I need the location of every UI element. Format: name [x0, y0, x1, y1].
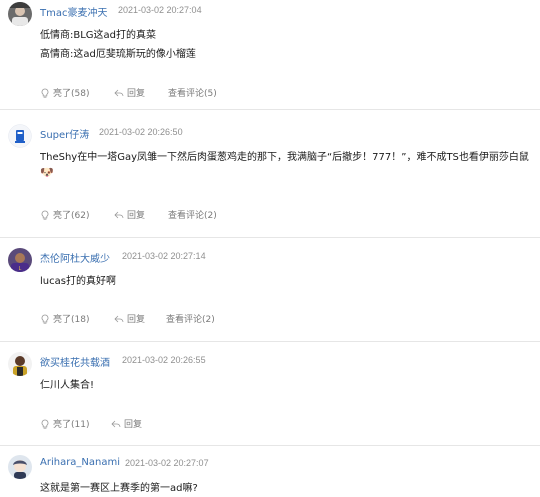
action-bar: 亮了(62) 回复 查看评论(2) [40, 208, 340, 222]
avatar-image [8, 352, 32, 376]
avatar[interactable] [8, 352, 32, 376]
comment-item: Tmac豪麦冲天 2021-03-02 20:27:04 低情商:BLG这ad打… [0, 0, 540, 110]
reply-label: 回复 [124, 420, 143, 430]
like-button[interactable]: 亮了(11) [40, 417, 89, 430]
reply-icon [111, 420, 121, 427]
avatar[interactable] [8, 455, 32, 479]
reply-button[interactable]: 回复 [114, 312, 145, 325]
timestamp: 2021-03-02 20:27:14 [122, 251, 206, 261]
comment-text-line: lucas打的真好啊 [40, 276, 116, 287]
comment-item: Super仔涛 2021-03-02 20:26:50 TheShy在中一塔Ga… [0, 110, 540, 238]
dog-emoji: 🐶 [40, 166, 54, 179]
view-comments-link[interactable]: 查看评论(2) [166, 312, 215, 325]
reply-label: 回复 [127, 89, 146, 99]
lightbulb-icon [41, 210, 49, 220]
timestamp: 2021-03-02 20:27:07 [125, 458, 209, 468]
lightbulb-icon [41, 419, 49, 429]
comment-text-line: 仁川人集合! [40, 380, 95, 391]
reply-button[interactable]: 回复 [111, 417, 142, 430]
avatar[interactable] [8, 2, 32, 26]
username[interactable]: Arihara_Nanami [40, 457, 120, 468]
like-count: 亮了(18) [53, 315, 90, 325]
view-comments-link[interactable]: 查看评论(5) [168, 86, 217, 99]
avatar-image: L [8, 248, 32, 272]
reply-icon [114, 211, 124, 218]
view-comments-label: 查看评论(2) [168, 211, 217, 221]
lightbulb-icon [41, 88, 49, 98]
comment-text-line: TheShy在中一塔Gay凤雏一下然后肉蛋葱鸡走的那下，我满脑子“后撤步！777… [40, 152, 529, 163]
like-count: 亮了(58) [53, 89, 90, 99]
avatar[interactable] [8, 124, 32, 148]
reply-button[interactable]: 回复 [114, 86, 145, 99]
view-comments-label: 查看评论(5) [168, 89, 217, 99]
avatar-image [8, 124, 32, 148]
avatar-image [8, 455, 32, 479]
like-button[interactable]: 亮了(62) [40, 208, 89, 221]
comment-text-line: 低情商:BLG这ad打的真菜 [40, 30, 157, 41]
action-bar: 亮了(18) 回复 查看评论(2) [40, 312, 340, 326]
comment-item: Arihara_Nanami 2021-03-02 20:27:07 这就是第一… [0, 446, 540, 497]
view-comments-link[interactable]: 查看评论(2) [168, 208, 217, 221]
lightbulb-icon [41, 314, 49, 324]
username[interactable]: Super仔涛 [40, 126, 89, 141]
comment-item: L 杰伦阿杜大威少 2021-03-02 20:27:14 lucas打的真好啊… [0, 238, 540, 342]
comment-text-line: 高情商:这ad厄斐琉斯玩的像小榴莲 [40, 49, 196, 60]
like-count: 亮了(62) [53, 211, 90, 221]
like-count: 亮了(11) [53, 420, 90, 430]
reply-button[interactable]: 回复 [114, 208, 145, 221]
like-button[interactable]: 亮了(58) [40, 86, 89, 99]
svg-text:L: L [19, 266, 22, 272]
reply-label: 回复 [127, 211, 146, 221]
username[interactable]: Tmac豪麦冲天 [40, 4, 107, 19]
username[interactable]: 杰伦阿杜大威少 [40, 250, 110, 265]
action-bar: 亮了(11) 回复 [40, 417, 340, 431]
timestamp: 2021-03-02 20:26:55 [122, 355, 206, 365]
action-bar: 亮了(58) 回复 查看评论(5) [40, 86, 340, 100]
like-button[interactable]: 亮了(18) [40, 312, 89, 325]
reply-label: 回复 [127, 315, 146, 325]
username[interactable]: 欲买桂花共载酒 [40, 354, 110, 369]
avatar-image [8, 2, 32, 26]
view-comments-label: 查看评论(2) [166, 315, 215, 325]
timestamp: 2021-03-02 20:27:04 [118, 5, 202, 15]
avatar[interactable]: L [8, 248, 32, 272]
timestamp: 2021-03-02 20:26:50 [99, 127, 183, 137]
reply-icon [114, 89, 124, 96]
comment-text-line: 这就是第一赛区上赛季的第一ad嘛? [40, 483, 198, 494]
comment-item: 欲买桂花共载酒 2021-03-02 20:26:55 仁川人集合! 亮了(11… [0, 342, 540, 446]
reply-icon [114, 315, 124, 322]
